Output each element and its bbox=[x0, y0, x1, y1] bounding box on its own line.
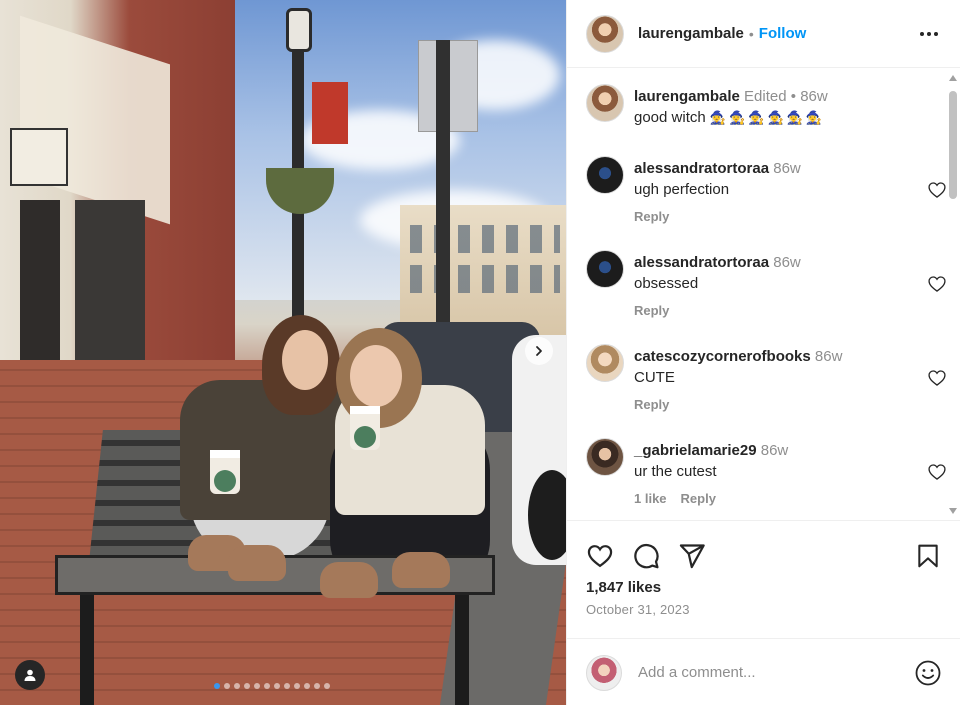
post-actions bbox=[567, 521, 960, 573]
post-header: laurengambale • Follow bbox=[567, 0, 960, 68]
comment-likes-count[interactable]: 1 like bbox=[634, 491, 667, 506]
carousel-dot bbox=[314, 683, 320, 689]
comment-item: alessandratortoraa 86w obsessed Reply bbox=[567, 250, 947, 318]
user-tag-icon bbox=[24, 669, 36, 681]
commenter-avatar[interactable] bbox=[586, 438, 624, 476]
photo-banner bbox=[312, 82, 348, 144]
commenter-avatar[interactable] bbox=[586, 156, 624, 194]
comments-list[interactable]: laurengambale Edited • 86w good witch 🧙‍… bbox=[567, 69, 947, 520]
post-photo[interactable] bbox=[0, 0, 566, 705]
carousel-dot bbox=[274, 683, 280, 689]
chevron-right-icon bbox=[536, 346, 542, 356]
more-horizontal-icon bbox=[920, 31, 938, 36]
comment-username[interactable]: catescozycornerofbooks bbox=[634, 348, 811, 365]
caption-emojis: 🧙‍♀️🧙‍♀️🧙‍♀️🧙‍♀️🧙‍♀️🧙‍♀️ bbox=[709, 110, 826, 125]
header-separator: • bbox=[748, 25, 754, 42]
share-button[interactable] bbox=[678, 542, 706, 570]
comment-age[interactable]: 86w bbox=[773, 254, 801, 271]
carousel-dot bbox=[294, 683, 300, 689]
caption-text: good witch bbox=[634, 109, 706, 126]
current-user-avatar bbox=[586, 654, 622, 691]
comment-like-heart-icon[interactable] bbox=[927, 368, 947, 388]
carousel-dot bbox=[264, 683, 270, 689]
photo-boot bbox=[392, 552, 450, 588]
emoji-smile-icon[interactable] bbox=[914, 659, 942, 687]
caption: laurengambale Edited • 86w good witch 🧙‍… bbox=[567, 84, 947, 128]
carousel-next-button[interactable] bbox=[525, 337, 553, 365]
comment-age[interactable]: 86w bbox=[773, 160, 801, 177]
comment-text: CUTE bbox=[634, 369, 675, 386]
photo-bench-leg bbox=[80, 595, 94, 705]
bookmark-icon bbox=[918, 544, 938, 567]
comment-username[interactable]: _gabrielamarie29 bbox=[634, 442, 757, 459]
comment-like-heart-icon[interactable] bbox=[927, 462, 947, 482]
comments-scrollbar[interactable] bbox=[946, 69, 960, 520]
comment-age[interactable]: 86w bbox=[815, 348, 843, 365]
comment-username[interactable]: alessandratortoraa bbox=[634, 160, 769, 177]
caption-avatar[interactable] bbox=[586, 84, 624, 122]
caption-username[interactable]: laurengambale bbox=[634, 88, 740, 105]
photo-boot bbox=[228, 545, 286, 581]
carousel-dot bbox=[304, 683, 310, 689]
photo-lamp-head bbox=[286, 8, 312, 52]
scroll-up-arrow-icon[interactable] bbox=[949, 75, 957, 81]
carousel-dot bbox=[224, 683, 230, 689]
carousel-dot bbox=[234, 683, 240, 689]
comment-button[interactable] bbox=[632, 542, 660, 570]
more-options-button[interactable] bbox=[917, 22, 941, 46]
comment-like-heart-icon[interactable] bbox=[927, 274, 947, 294]
comment-item: alessandratortoraa 86w ugh perfection Re… bbox=[567, 156, 947, 224]
comment-reply-button[interactable]: Reply bbox=[681, 491, 716, 506]
carousel-dot bbox=[284, 683, 290, 689]
commenter-avatar[interactable] bbox=[586, 344, 624, 382]
follow-button[interactable]: Follow bbox=[759, 25, 807, 42]
photo-building-left bbox=[0, 0, 235, 420]
carousel-dot bbox=[254, 683, 260, 689]
carousel-dot bbox=[214, 683, 220, 689]
caption-dot: • bbox=[790, 88, 797, 105]
photo-person-left-face bbox=[282, 330, 328, 390]
comment-text: obsessed bbox=[634, 275, 699, 292]
comment-like-heart-icon[interactable] bbox=[927, 180, 947, 200]
photo-coffee-cup bbox=[210, 450, 240, 494]
comment-item: catescozycornerofbooks 86w CUTE Reply bbox=[567, 344, 947, 412]
post-footer: 1,847 likes October 31, 2023 bbox=[567, 520, 960, 705]
caption-age[interactable]: 86w bbox=[800, 88, 828, 105]
caption-edited: Edited bbox=[744, 88, 787, 105]
photo-shop-sign bbox=[10, 128, 68, 186]
comment-age[interactable]: 86w bbox=[761, 442, 789, 459]
carousel-indicator bbox=[214, 683, 330, 689]
add-comment-input[interactable] bbox=[638, 664, 914, 681]
comment-reply-button[interactable]: Reply bbox=[634, 303, 669, 318]
comment-reply-button[interactable]: Reply bbox=[634, 397, 669, 412]
like-button[interactable] bbox=[586, 542, 614, 570]
likes-count[interactable]: 1,847 likes bbox=[567, 573, 960, 596]
post-side-panel: laurengambale • Follow laurengambale Edi… bbox=[566, 0, 960, 705]
photo-building-right bbox=[400, 205, 566, 335]
scrollbar-thumb[interactable] bbox=[949, 91, 957, 199]
photo-person-right-face bbox=[350, 345, 402, 407]
carousel-dot bbox=[244, 683, 250, 689]
comment-reply-button[interactable]: Reply bbox=[634, 209, 669, 224]
author-avatar[interactable] bbox=[586, 14, 624, 53]
photo-bench-leg bbox=[455, 595, 469, 705]
comment-item: _gabrielamarie29 86w ur the cutest 1 lik… bbox=[567, 438, 947, 506]
scroll-down-arrow-icon[interactable] bbox=[949, 508, 957, 514]
heart-icon bbox=[587, 544, 613, 567]
carousel-dot bbox=[324, 683, 330, 689]
share-icon bbox=[679, 543, 705, 568]
post-date[interactable]: October 31, 2023 bbox=[567, 596, 960, 617]
photo-boot bbox=[320, 562, 378, 598]
commenter-avatar[interactable] bbox=[586, 250, 624, 288]
comment-text: ur the cutest bbox=[634, 463, 717, 480]
save-button[interactable] bbox=[914, 542, 942, 570]
comment-username[interactable]: alessandratortoraa bbox=[634, 254, 769, 271]
author-username[interactable]: laurengambale bbox=[638, 25, 744, 42]
comment-text: ugh perfection bbox=[634, 181, 730, 198]
comment-icon bbox=[634, 543, 659, 568]
photo-coffee-cup bbox=[350, 406, 380, 450]
tagged-users-button[interactable] bbox=[15, 660, 45, 690]
add-comment-bar bbox=[567, 638, 960, 705]
